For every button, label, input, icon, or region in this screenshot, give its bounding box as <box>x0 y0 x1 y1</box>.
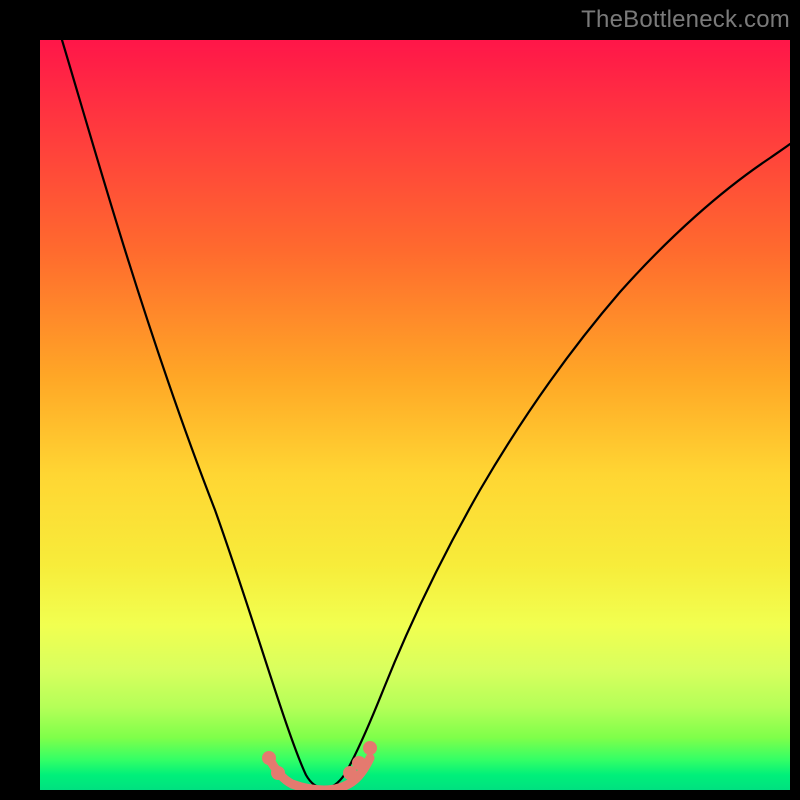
optimal-marker <box>363 741 377 755</box>
bottleneck-curve <box>62 40 790 788</box>
chart-frame: TheBottleneck.com <box>0 0 800 800</box>
optimal-marker <box>262 751 276 765</box>
optimal-marker <box>352 756 366 770</box>
watermark-text: TheBottleneck.com <box>581 6 790 34</box>
bottleneck-curve-svg <box>40 40 790 790</box>
plot-area <box>40 40 790 790</box>
optimal-marker <box>271 766 285 780</box>
